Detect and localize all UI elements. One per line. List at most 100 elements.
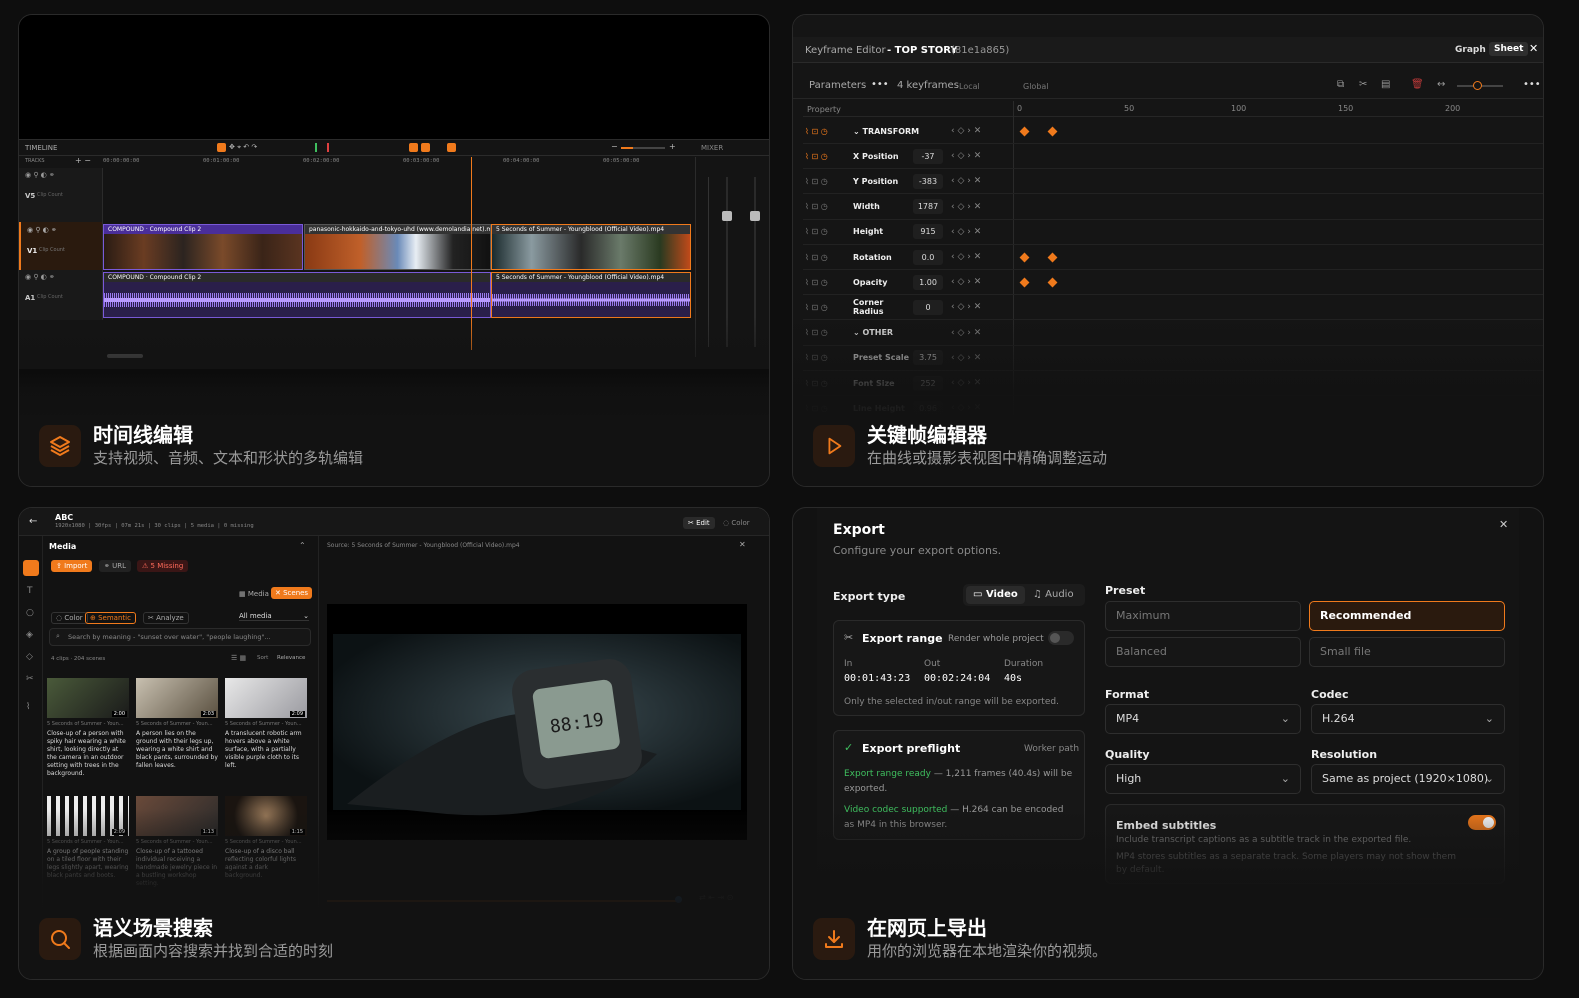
track-v1-controls-icon[interactable]: ◉ ⚲ ◐ ⚭: [27, 226, 57, 234]
missing-button[interactable]: ⚠ 5 Missing: [137, 560, 189, 572]
text-rail-icon[interactable]: T: [27, 586, 33, 596]
keyframe-row[interactable]: ⌇ ⊡ ◷ Opacity 1.00 ‹ ◇ › ✕: [803, 270, 1543, 296]
fit-icon[interactable]: ↔: [1437, 79, 1445, 90]
keyframe-row[interactable]: ⌇ ⊡ ◷ Y Position -383 ‹ ◇ › ✕: [803, 169, 1543, 195]
property-value[interactable]: 0: [913, 299, 943, 315]
track-a1-controls-icon[interactable]: ◉ ⚲ ◐ ⚭: [25, 273, 55, 281]
tag-rail-icon[interactable]: ◇: [26, 652, 33, 662]
keyframe-nav-icons[interactable]: ‹ ◇ › ✕: [951, 176, 981, 186]
keyframe-row[interactable]: ⌇ ⊡ ◷ Corner Radius 0 ‹ ◇ › ✕: [803, 295, 1543, 321]
keyframe-row[interactable]: ⌇ ⊡ ◷ Height 915 ‹ ◇ › ✕: [803, 220, 1543, 245]
scene-result-card[interactable]: 2:00 5 Seconds of Summer - Youn... Close-u…: [47, 678, 129, 778]
codec-select[interactable]: H.264 ⌄: [1311, 704, 1505, 734]
preset-maximum[interactable]: Maximum: [1105, 601, 1301, 631]
keyframe-nav-icons[interactable]: ‹ ◇ › ✕: [951, 302, 981, 312]
ripple-icon[interactable]: [447, 143, 456, 152]
snap-icon[interactable]: [409, 143, 418, 152]
copy-icon[interactable]: ⧉: [1337, 79, 1344, 90]
sort-relevance[interactable]: Relevance: [277, 655, 305, 661]
keyframe-row[interactable]: ⌇ ⊡ ◷ ⌄ OTHER ‹ ◇ › ✕: [803, 321, 1543, 346]
row-controls-icon[interactable]: ⌇ ⊡ ◷: [803, 202, 853, 211]
preset-balanced[interactable]: Balanced: [1105, 637, 1301, 667]
marker-red-icon[interactable]: [327, 143, 329, 152]
row-controls-icon[interactable]: ⌇ ⊡ ◷: [803, 177, 853, 186]
property-value[interactable]: 915: [913, 224, 943, 240]
url-button[interactable]: ⚭ URL: [99, 560, 131, 572]
keyframe-row[interactable]: ⌇ ⊡ ◷ Preset Scale 3.75 ‹ ◇ › ✕: [803, 346, 1543, 371]
keyframe-marker[interactable]: [1019, 126, 1030, 137]
row-controls-icon[interactable]: ⌇ ⊡ ◷: [803, 253, 853, 262]
analyze-chip[interactable]: ✂ Analyze: [143, 612, 189, 624]
preset-recommended[interactable]: Recommended: [1309, 601, 1505, 631]
close-icon[interactable]: ✕: [1529, 42, 1538, 55]
keyframe-row[interactable]: ⌇ ⊡ ◷ ⌄ TRANSFORM ‹ ◇ › ✕: [803, 119, 1543, 144]
keyframe-row[interactable]: ⌇ ⊡ ◷ Rotation 0.0 ‹ ◇ › ✕: [803, 245, 1543, 270]
media-rail-icon[interactable]: [23, 560, 39, 576]
viewer-controls-icons[interactable]: ⇄ ⇤ ⇥ ⊙: [699, 893, 733, 902]
keyframe-nav-icons[interactable]: ‹ ◇ › ✕: [951, 202, 981, 212]
keyframe-nav-icons[interactable]: ‹ ◇ › ✕: [951, 378, 981, 388]
overflow-icon[interactable]: •••: [1523, 79, 1541, 90]
keyframe-marker[interactable]: [1047, 252, 1058, 263]
row-controls-icon[interactable]: ⌇ ⊡ ◷: [803, 152, 853, 161]
semantic-chip[interactable]: ⊕ Semantic: [85, 612, 136, 624]
shape-rail-icon[interactable]: ○: [26, 608, 34, 618]
property-value[interactable]: 1.00: [913, 274, 943, 290]
more-icon[interactable]: •••: [871, 79, 889, 90]
keyframe-row[interactable]: ⌇ ⊡ ◷ Line Height 0.96 ‹ ◇ › ✕: [803, 396, 1543, 415]
color-chip[interactable]: ◌ Color: [51, 612, 88, 624]
scene-result-card[interactable]: 2:09 5 Seconds of Summer - Youn... A group…: [47, 796, 129, 880]
keyframe-nav-icons[interactable]: ‹ ◇ › ✕: [951, 277, 981, 287]
scene-result-card[interactable]: 2:03 5 Seconds of Summer - Youn... A perso…: [136, 678, 218, 770]
viewer-scrub-handle[interactable]: [675, 896, 682, 903]
effects-rail-icon[interactable]: ✂: [26, 674, 34, 684]
link-icon[interactable]: [421, 143, 430, 152]
mixer-fader-2[interactable]: [750, 211, 760, 221]
close-viewer-icon[interactable]: ✕: [739, 540, 746, 549]
property-value[interactable]: -37: [913, 148, 943, 164]
zoom-in-icon[interactable]: +: [669, 142, 676, 151]
collapse-icon[interactable]: ⌃: [299, 541, 306, 550]
quality-select[interactable]: High ⌄: [1105, 764, 1301, 794]
graph-rail-icon[interactable]: ⌇: [26, 702, 30, 712]
embed-subtitles-toggle[interactable]: [1468, 815, 1496, 830]
export-button[interactable]: [1415, 918, 1505, 946]
zoom-slider[interactable]: [621, 147, 665, 149]
keyframe-marker[interactable]: [1047, 277, 1058, 288]
render-whole-toggle[interactable]: [1048, 631, 1074, 645]
video-clip-youngblood[interactable]: 5 Seconds of Summer - Youngblood (Offici…: [491, 224, 691, 270]
keyframe-nav-icons[interactable]: ‹ ◇ › ✕: [951, 328, 981, 338]
property-value[interactable]: 1787: [913, 199, 943, 215]
keyframe-nav-icons[interactable]: ‹ ◇ › ✕: [951, 151, 981, 161]
add-track-icon[interactable]: + −: [75, 156, 91, 165]
property-value[interactable]: 252: [913, 375, 943, 391]
keyframe-zoom-slider[interactable]: [1457, 81, 1503, 90]
row-controls-icon[interactable]: ⌇ ⊡ ◷: [803, 127, 853, 136]
scene-result-card[interactable]: 1:13 5 Seconds of Summer - Youn... Close-u…: [136, 796, 218, 888]
keyframe-row[interactable]: ⌇ ⊡ ◷ X Position -37 ‹ ◇ › ✕: [803, 144, 1543, 170]
graph-view-button[interactable]: Graph: [1455, 45, 1486, 55]
video-clip-compound[interactable]: COMPOUND · Compound Clip 2: [103, 224, 303, 270]
keyframe-nav-icons[interactable]: ‹ ◇ › ✕: [951, 403, 981, 413]
track-header-v1[interactable]: V1 Clip Count ◉ ⚲ ◐ ⚭: [19, 222, 103, 270]
media-tab[interactable]: ▦ Media: [239, 590, 269, 598]
edit-tools-icons[interactable]: ✥ ⌖ ↶ ↷: [229, 143, 257, 152]
horizontal-scrollbar[interactable]: [107, 354, 143, 358]
property-value[interactable]: 3.75: [913, 350, 943, 366]
resolution-select[interactable]: Same as project (1920×1080) ⌄: [1311, 764, 1505, 794]
edit-tab[interactable]: ✂ Edit: [683, 517, 715, 529]
keyframe-marker[interactable]: [1047, 126, 1058, 137]
keyframe-marker[interactable]: [1019, 277, 1030, 288]
keyframe-nav-icons[interactable]: ‹ ◇ › ✕: [951, 353, 981, 363]
timeline-ruler[interactable]: 00:00:00:00 00:01:00:00 00:02:00:00 00:03:0…: [103, 157, 693, 167]
scene-result-card[interactable]: 1:15 5 Seconds of Summer - Youn... Close-u…: [225, 796, 307, 880]
scenes-tab[interactable]: ✕ Scenes: [271, 587, 313, 599]
import-button[interactable]: ⇪ Import: [51, 560, 93, 572]
keyframe-row[interactable]: ⌇ ⊡ ◷ Width 1787 ‹ ◇ › ✕: [803, 195, 1543, 220]
local-select[interactable]: Local: [959, 82, 980, 91]
audio-clip-youngblood[interactable]: 5 Seconds of Summer - Youngblood (Offici…: [491, 272, 691, 318]
close-dialog-icon[interactable]: ✕: [1499, 518, 1508, 531]
all-media-select[interactable]: All media ⌄: [239, 612, 309, 621]
keyframe-marker[interactable]: [1019, 252, 1030, 263]
keyframe-nav-icons[interactable]: ‹ ◇ › ✕: [951, 126, 981, 136]
